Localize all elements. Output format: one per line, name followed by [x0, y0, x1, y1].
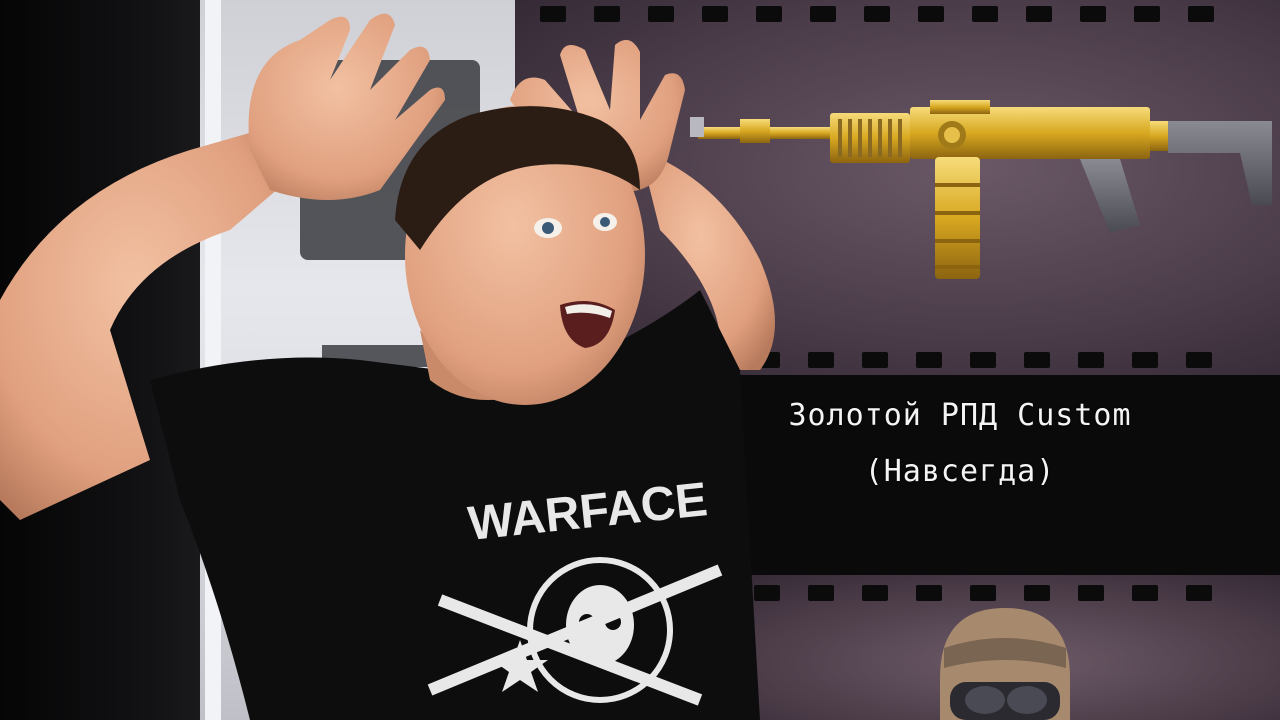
- sprocket-hole: [1186, 352, 1212, 368]
- sprocket-hole: [972, 6, 998, 22]
- thumbnail-scene: Золотой РПД Custom (Навсегда) WARFACE: [0, 0, 1280, 720]
- sprocket-hole: [916, 585, 942, 601]
- sprocket-hole: [1186, 585, 1212, 601]
- sprocket-hole: [1024, 585, 1050, 601]
- sprocket-hole: [916, 352, 942, 368]
- sprocket-hole: [1078, 352, 1104, 368]
- sprocket-hole: [1078, 585, 1104, 601]
- sprocket-hole: [1024, 352, 1050, 368]
- sprocket-hole: [918, 6, 944, 22]
- sprocket-hole: [1080, 6, 1106, 22]
- sprocket-hole: [970, 585, 996, 601]
- helmet-item: [940, 608, 1070, 720]
- sprocket-hole: [862, 585, 888, 601]
- sprocket-hole: [864, 6, 890, 22]
- sprocket-hole: [1026, 6, 1052, 22]
- sprocket-hole: [1134, 6, 1160, 22]
- sprocket-hole: [862, 352, 888, 368]
- sprocket-hole: [1188, 6, 1214, 22]
- sprocket-hole: [1132, 352, 1158, 368]
- sprocket-hole: [1132, 585, 1158, 601]
- sprocket-hole: [970, 352, 996, 368]
- excited-person: WARFACE: [0, 13, 775, 720]
